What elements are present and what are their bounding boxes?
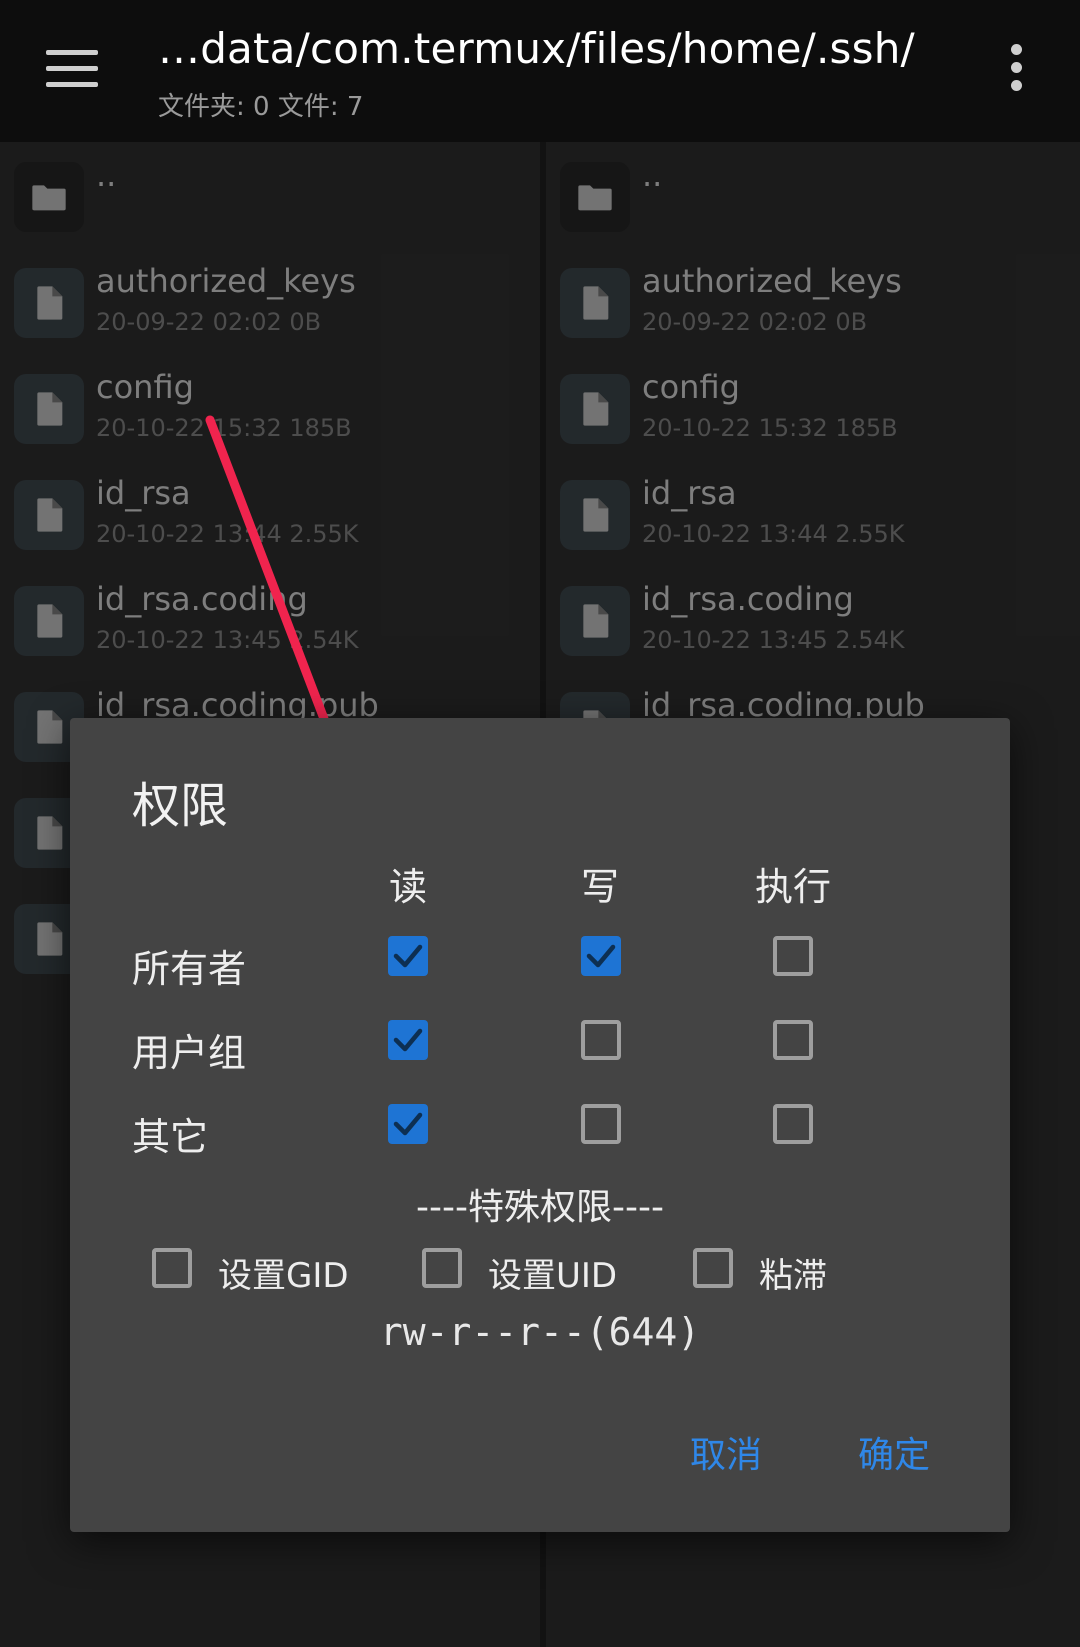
current-path: …data/com.termux/files/home/.ssh/	[158, 24, 915, 73]
group-read-checkbox[interactable]	[388, 1020, 428, 1060]
dialog-title: 权限	[132, 778, 229, 834]
row-owner-label: 所有者	[132, 947, 247, 991]
column-write: 写	[580, 865, 619, 909]
setuid-label: 设置UID	[488, 1256, 618, 1296]
row-others-label: 其它	[132, 1115, 209, 1159]
row-group-label: 用户组	[132, 1031, 247, 1075]
setuid-checkbox[interactable]	[422, 1248, 462, 1288]
others-read-checkbox[interactable]	[388, 1104, 428, 1144]
setgid-label: 设置GID	[218, 1256, 349, 1296]
group-execute-checkbox[interactable]	[773, 1020, 813, 1060]
more-vert-icon[interactable]	[1006, 44, 1026, 98]
group-write-checkbox[interactable]	[581, 1020, 621, 1060]
permissions-dialog: 权限 读 写 执行 所有者 用户组 其它 ----特殊权限---- 设置GID …	[70, 718, 1010, 1532]
app-bar: …data/com.termux/files/home/.ssh/ 文件夹: 0…	[0, 0, 1080, 142]
column-execute: 执行	[754, 865, 831, 909]
others-execute-checkbox[interactable]	[773, 1104, 813, 1144]
permission-string: rw-r--r--(644)	[379, 1310, 701, 1354]
cancel-button[interactable]: 取消	[690, 1426, 762, 1478]
sticky-label: 粘滞	[759, 1256, 827, 1296]
ok-button[interactable]: 确定	[858, 1426, 930, 1478]
special-permissions-header: ----特殊权限----	[416, 1187, 664, 1228]
setgid-checkbox[interactable]	[152, 1248, 192, 1288]
owner-execute-checkbox[interactable]	[773, 936, 813, 976]
folder-file-count: 文件夹: 0 文件: 7	[158, 92, 364, 122]
owner-write-checkbox[interactable]	[581, 936, 621, 976]
others-write-checkbox[interactable]	[581, 1104, 621, 1144]
owner-read-checkbox[interactable]	[388, 936, 428, 976]
column-read: 读	[388, 865, 427, 909]
hamburger-menu-icon[interactable]	[46, 50, 98, 90]
sticky-checkbox[interactable]	[693, 1248, 733, 1288]
